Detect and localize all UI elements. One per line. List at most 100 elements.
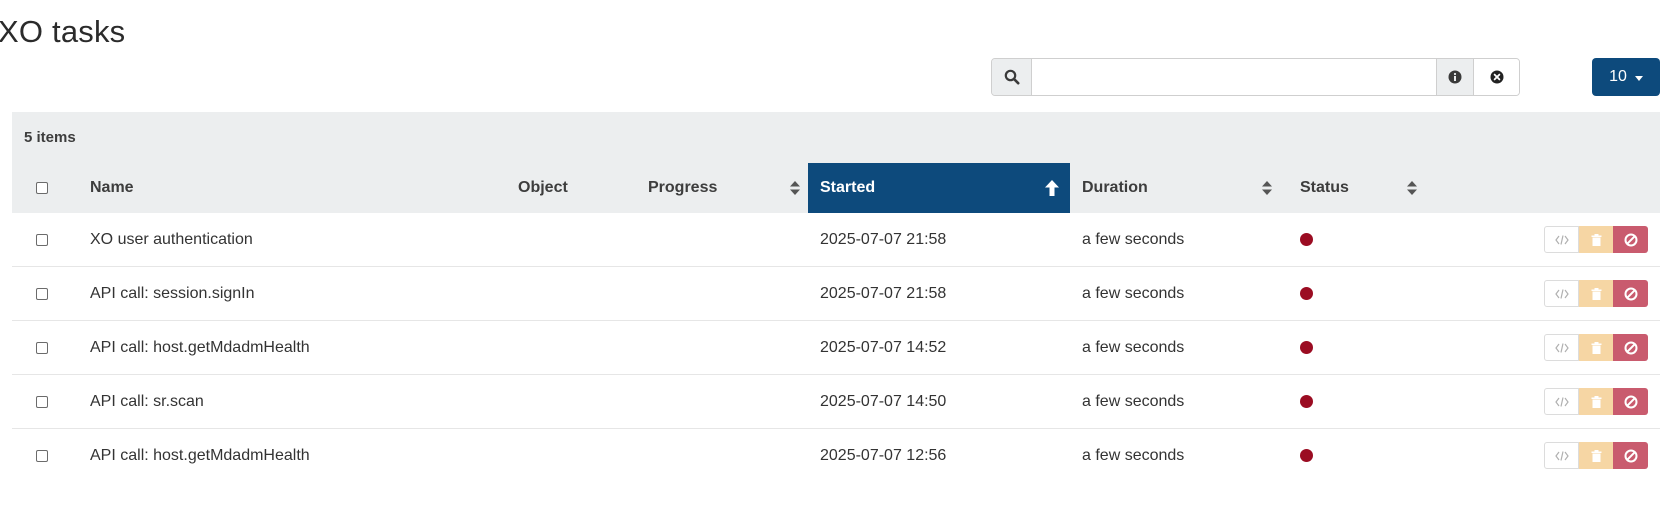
trash-icon [1591,287,1601,300]
row-checkbox[interactable] [36,341,48,354]
code-icon [1554,288,1569,299]
row-checkbox[interactable] [36,395,48,408]
ban-icon [1624,395,1637,408]
task-name: API call: session.signIn [90,284,255,302]
column-object-label: Object [518,179,568,196]
filter-group [991,58,1520,96]
item-count: 5 items [24,129,76,146]
task-duration: a few seconds [1082,230,1185,248]
task-started: 2025-07-07 14:52 [820,338,947,356]
page-size-value: 10 [1609,68,1627,85]
page-title: XO tasks [0,14,126,49]
clear-icon [1490,70,1503,84]
table-row: API call: host.getMdadmHealth 2025-07-07… [12,429,1660,482]
column-started-label: Started [820,179,876,196]
column-progress-label: Progress [648,179,718,196]
status-failure-dot [1300,449,1313,462]
code-icon [1554,450,1569,461]
abort-task-button[interactable] [1613,226,1648,253]
status-failure-dot [1300,233,1313,246]
view-code-button[interactable] [1544,442,1579,469]
ban-icon [1624,341,1637,354]
sort-icon [1407,181,1417,195]
trash-icon [1591,233,1601,246]
trash-icon [1591,395,1601,408]
task-started: 2025-07-07 12:56 [820,446,947,464]
search-addon [992,59,1032,95]
task-name: API call: host.getMdadmHealth [90,338,310,356]
info-icon [1448,70,1462,84]
trash-icon [1591,449,1601,462]
row-actions [1544,388,1648,415]
trash-icon [1591,341,1601,354]
table-row: API call: sr.scan 2025-07-07 14:50 a few… [12,375,1660,429]
page: XO tasks 10 5 items Name Object Progress… [0,0,1668,507]
filter-syntax-info-button[interactable] [1436,59,1473,95]
code-icon [1554,396,1569,407]
column-duration-label: Duration [1082,179,1148,196]
column-header-duration[interactable]: Duration [1082,163,1282,213]
view-code-button[interactable] [1544,334,1579,361]
task-name: XO user authentication [90,230,253,248]
task-name: API call: host.getMdadmHealth [90,446,310,464]
abort-task-button[interactable] [1613,442,1648,469]
clear-filter-button[interactable] [1473,59,1519,95]
table-header: Name Object Progress Started Duration St… [12,163,1660,213]
column-header-status[interactable]: Status [1300,163,1427,213]
row-checkbox[interactable] [36,449,48,462]
task-duration: a few seconds [1082,284,1185,302]
column-header-started[interactable]: Started [808,163,1070,213]
filter-input[interactable] [1032,59,1436,95]
task-started: 2025-07-07 21:58 [820,284,947,302]
ban-icon [1624,449,1637,462]
table-row: API call: host.getMdadmHealth 2025-07-07… [12,321,1660,375]
view-code-button[interactable] [1544,280,1579,307]
row-actions [1544,280,1648,307]
delete-task-button[interactable] [1579,280,1613,307]
status-failure-dot [1300,341,1313,354]
ban-icon [1624,233,1637,246]
code-icon [1554,234,1569,245]
row-actions [1544,442,1648,469]
task-duration: a few seconds [1082,392,1185,410]
code-icon [1554,342,1569,353]
table-row: API call: session.signIn 2025-07-07 21:5… [12,267,1660,321]
row-checkbox[interactable] [36,233,48,246]
delete-task-button[interactable] [1579,334,1613,361]
ban-icon [1624,287,1637,300]
column-header-name: Name [90,163,490,213]
status-failure-dot [1300,395,1313,408]
delete-task-button[interactable] [1579,226,1613,253]
delete-task-button[interactable] [1579,442,1613,469]
view-code-button[interactable] [1544,388,1579,415]
column-name-label: Name [90,179,134,196]
caret-down-icon [1634,75,1643,81]
row-actions [1544,226,1648,253]
table-body: XO user authentication 2025-07-07 21:58 … [12,213,1660,482]
table-caption: 5 items [12,112,1660,163]
abort-task-button[interactable] [1613,388,1648,415]
view-code-button[interactable] [1544,226,1579,253]
column-header-object: Object [518,163,638,213]
sort-icon [1262,181,1272,195]
delete-task-button[interactable] [1579,388,1613,415]
abort-task-button[interactable] [1613,280,1648,307]
task-started: 2025-07-07 21:58 [820,230,947,248]
arrow-up-icon [1045,180,1059,196]
task-name: API call: sr.scan [90,392,204,410]
select-all-checkbox[interactable] [36,182,48,194]
tasks-table: 5 items Name Object Progress Started Dur… [12,112,1660,482]
page-size-dropdown[interactable]: 10 [1592,58,1660,96]
status-failure-dot [1300,287,1313,300]
search-icon [1004,69,1019,85]
row-actions [1544,334,1648,361]
task-duration: a few seconds [1082,338,1185,356]
abort-task-button[interactable] [1613,334,1648,361]
select-all-cell [36,163,48,213]
column-status-label: Status [1300,179,1349,196]
task-started: 2025-07-07 14:50 [820,392,947,410]
row-checkbox[interactable] [36,287,48,300]
column-header-progress[interactable]: Progress [648,163,810,213]
table-row: XO user authentication 2025-07-07 21:58 … [12,213,1660,267]
sort-icon [790,181,800,195]
